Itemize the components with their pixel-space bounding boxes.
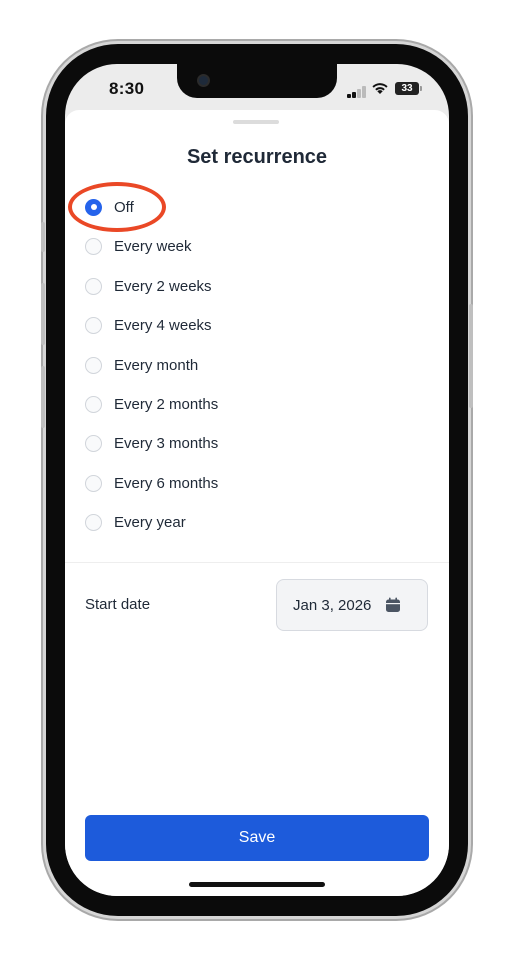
start-date-picker[interactable]: Jan 3, 2026	[276, 579, 428, 631]
battery-icon: 33	[395, 82, 422, 95]
status-time: 8:30	[109, 79, 145, 98]
option-every-year[interactable]: Every year	[85, 507, 186, 537]
radio-icon[interactable]	[85, 434, 102, 452]
option-label: Every 3 months	[114, 434, 219, 452]
section-divider	[65, 562, 449, 563]
option-every-week[interactable]: Every week	[85, 231, 192, 261]
start-date-value: Jan 3, 2026	[293, 596, 372, 614]
radio-icon[interactable]	[85, 513, 102, 531]
home-indicator	[189, 882, 325, 887]
volume-up-button	[41, 283, 45, 345]
option-label: Every 2 weeks	[114, 277, 212, 295]
option-every-4-weeks[interactable]: Every 4 weeks	[85, 310, 212, 340]
option-label: Every month	[114, 356, 199, 374]
radio-icon[interactable]	[85, 474, 102, 492]
option-every-2-months[interactable]: Every 2 months	[85, 389, 218, 419]
radio-icon[interactable]	[85, 277, 102, 295]
calendar-icon	[386, 597, 401, 612]
option-every-month[interactable]: Every month	[85, 350, 198, 380]
mute-switch	[41, 222, 45, 252]
radio-icon[interactable]	[85, 237, 102, 255]
save-button[interactable]: Save	[85, 815, 429, 861]
wifi-icon	[372, 83, 388, 94]
sheet-title: Set recurrence	[186, 146, 328, 168]
cellular-signal-icon	[347, 84, 369, 98]
annotation-highlight-circle	[68, 182, 166, 232]
screen: 8:30 33 Set recurrence Off Every week Ev	[65, 64, 449, 896]
option-every-3-months[interactable]: Every 3 months	[85, 428, 218, 458]
power-button	[469, 304, 473, 408]
option-label: Every 4 weeks	[114, 316, 212, 334]
radio-icon[interactable]	[85, 356, 102, 374]
option-label: Every year	[114, 513, 186, 531]
start-date-label: Start date	[85, 596, 151, 613]
sheet-grabber[interactable]	[233, 120, 279, 124]
option-label: Every 2 months	[114, 395, 219, 413]
option-every-6-months[interactable]: Every 6 months	[85, 468, 218, 498]
radio-icon[interactable]	[85, 395, 102, 413]
option-label: Every 6 months	[114, 474, 219, 492]
volume-down-button	[41, 366, 45, 428]
option-every-2-weeks[interactable]: Every 2 weeks	[85, 271, 212, 301]
radio-icon[interactable]	[85, 316, 102, 334]
option-label: Every week	[114, 237, 192, 255]
recurrence-sheet: Set recurrence Off Every week Every 2 we…	[65, 110, 449, 896]
front-camera	[197, 74, 210, 87]
